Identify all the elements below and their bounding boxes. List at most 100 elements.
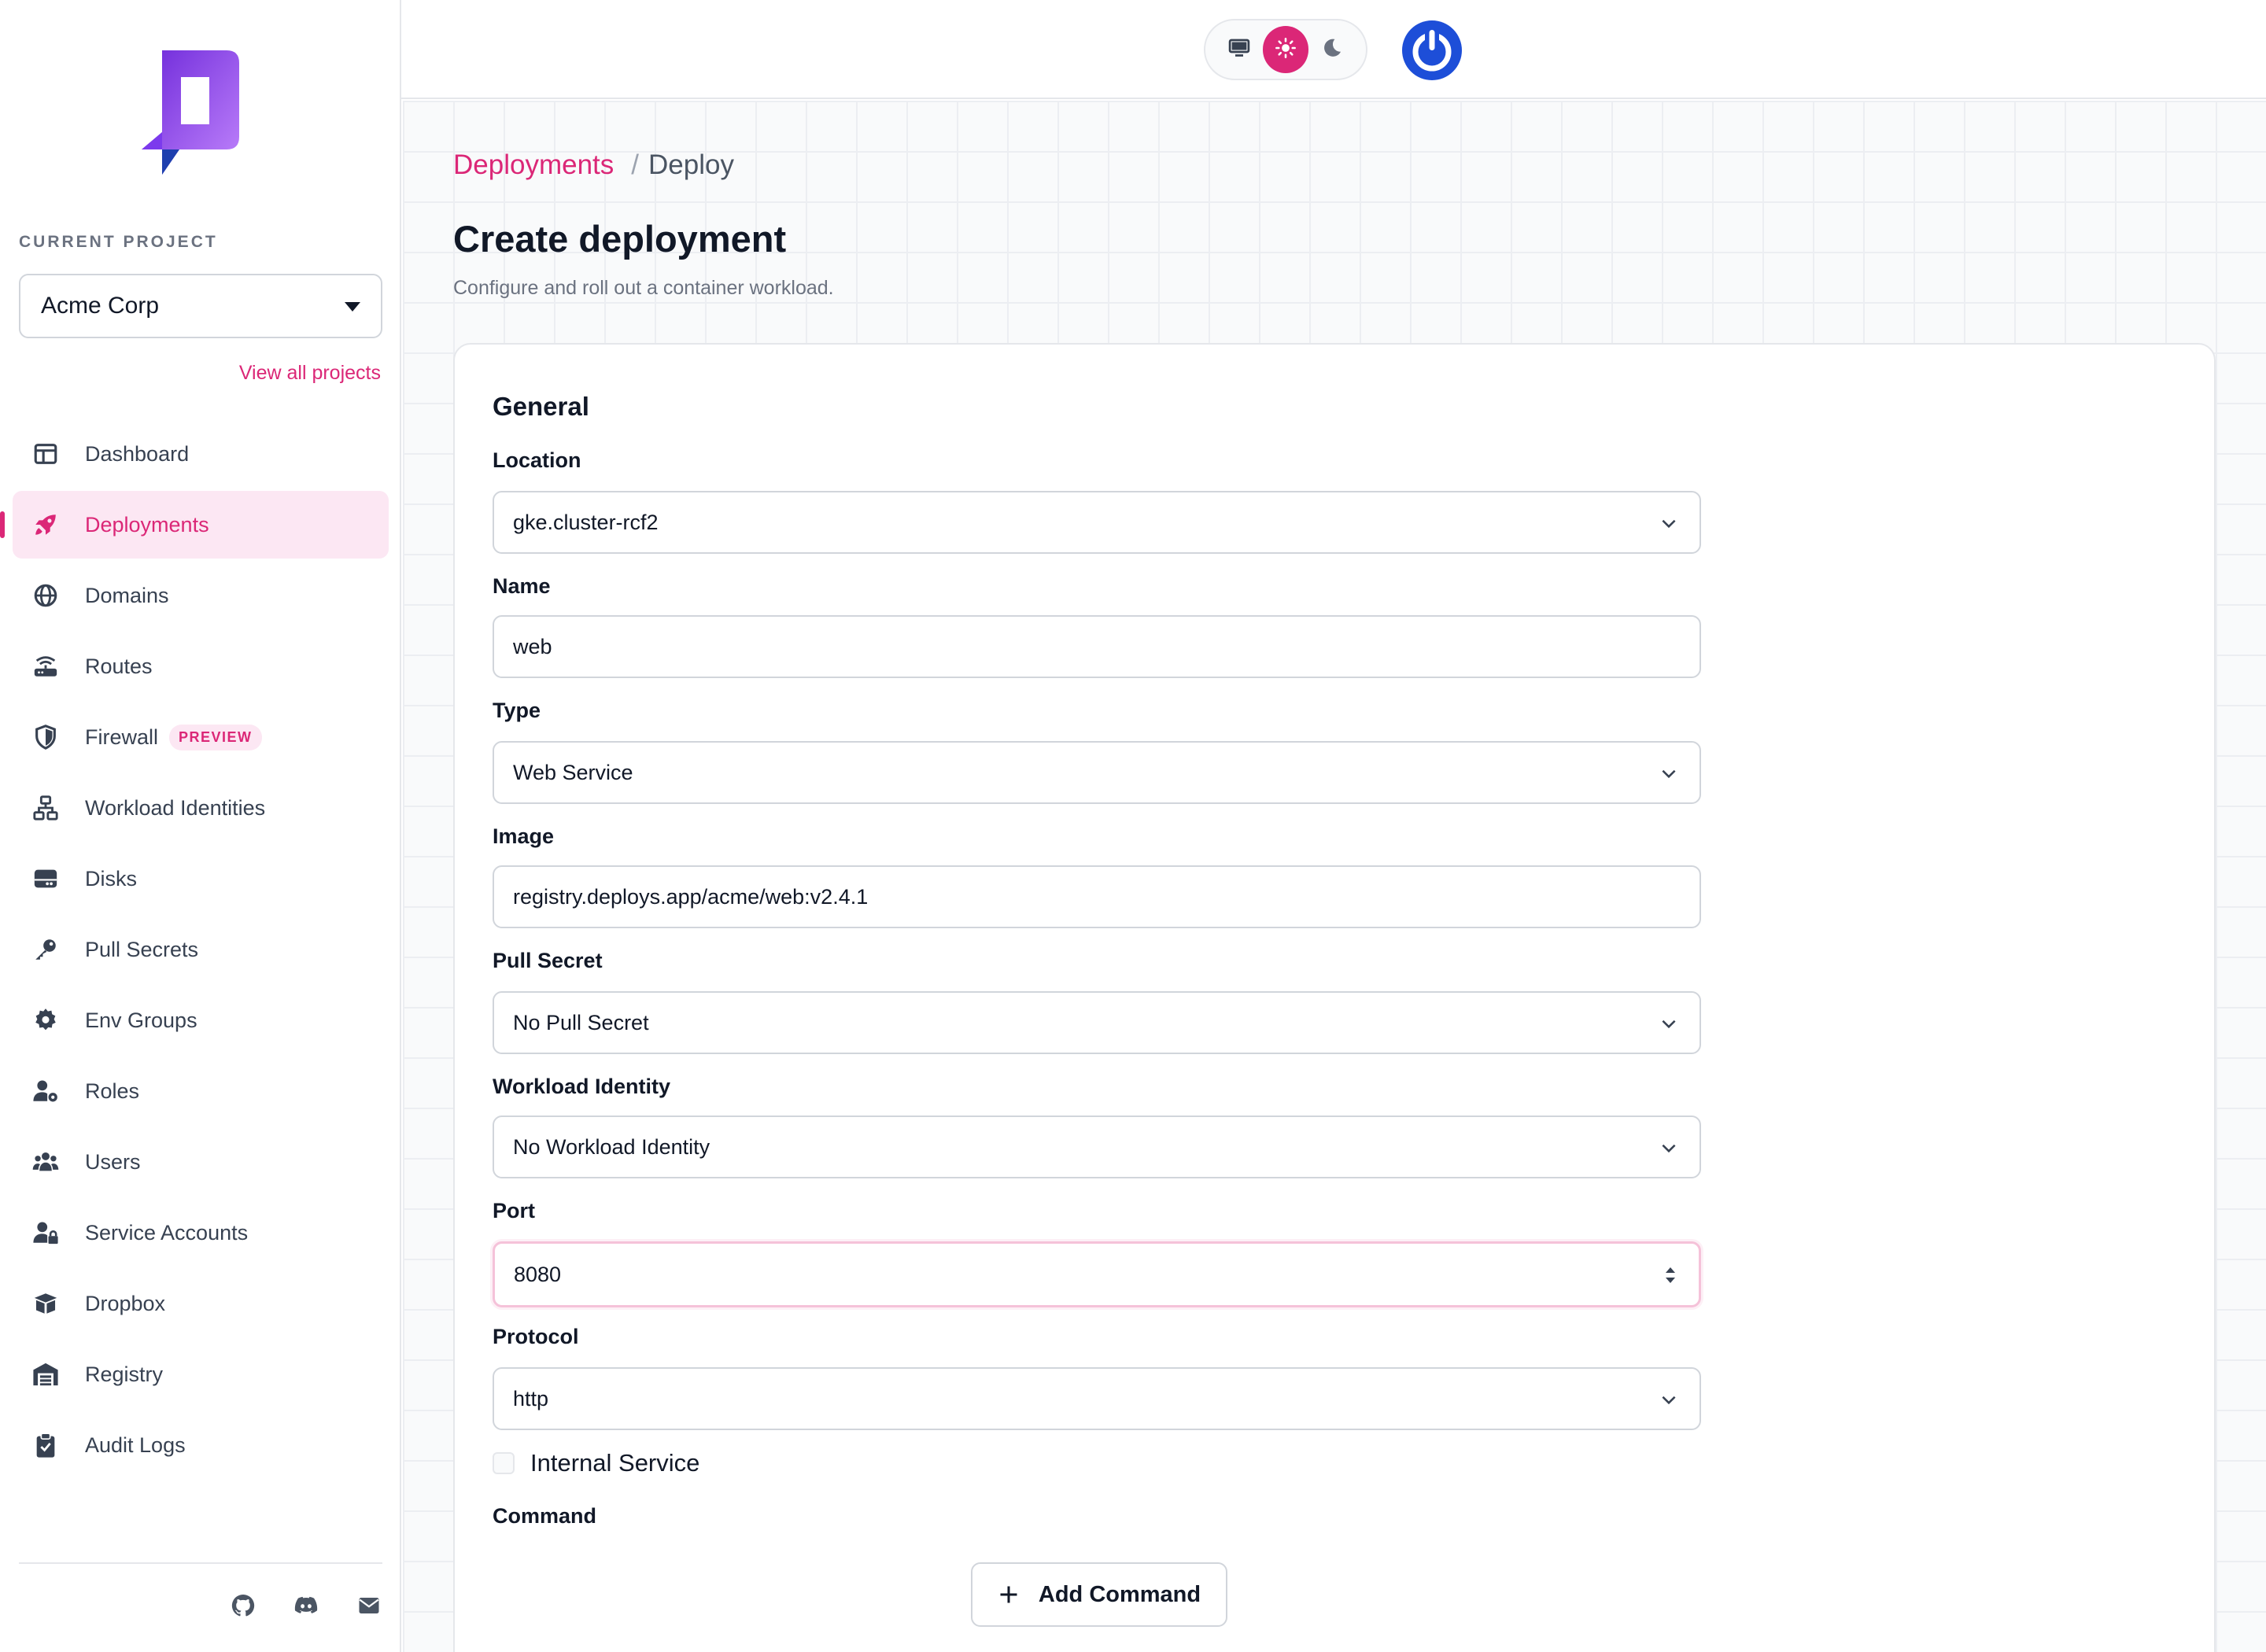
shield-icon — [31, 723, 60, 751]
pull-secret-select-value: No Pull Secret — [513, 1010, 649, 1034]
image-input-value: registry.deploys.app/acme/web:v2.4.1 — [513, 884, 869, 909]
sidebar-item-label: Domains — [85, 583, 169, 607]
user-gear-icon — [31, 1077, 60, 1105]
theme-option-system[interactable] — [1216, 26, 1263, 73]
top-bar — [401, 0, 2266, 99]
sidebar-item-deployments[interactable]: Deployments — [0, 491, 389, 559]
protocol-label: Protocol — [493, 1325, 579, 1348]
monitor-icon — [1227, 36, 1251, 64]
protocol-select[interactable]: http — [493, 1367, 1701, 1430]
port-input[interactable]: 8080 — [493, 1241, 1701, 1307]
network-icon — [31, 794, 60, 822]
sidebar-item-audit-logs[interactable]: Audit Logs — [13, 1411, 389, 1479]
rocket-icon — [31, 511, 60, 539]
port-label: Port — [493, 1199, 535, 1222]
chevron-down-icon — [1662, 1144, 1676, 1153]
port-input-value: 8080 — [514, 1262, 562, 1286]
sidebar-item-dropbox[interactable]: Dropbox — [13, 1270, 389, 1337]
internal-service-label[interactable]: Internal Service — [530, 1449, 699, 1477]
type-select-value: Web Service — [513, 760, 633, 784]
sidebar-item-users[interactable]: Users — [13, 1128, 389, 1196]
dashboard-icon — [31, 440, 60, 468]
command-label: Command — [493, 1504, 597, 1528]
sidebar-item-domains[interactable]: Domains — [13, 562, 389, 629]
sidebar-item-label: Env Groups — [85, 1008, 197, 1032]
project-select[interactable]: Acme Corp — [19, 274, 382, 338]
project-select-value: Acme Corp — [41, 293, 160, 319]
caret-down-icon — [345, 302, 360, 312]
image-input[interactable]: registry.deploys.app/acme/web:v2.4.1 — [493, 865, 1701, 928]
box-icon — [31, 1289, 60, 1318]
pull-secret-select[interactable]: No Pull Secret — [493, 991, 1701, 1054]
sidebar-nav: Dashboard Deployments Domains Routes Fir… — [0, 420, 389, 1482]
sidebar-item-label: Pull Secrets — [85, 937, 199, 961]
sidebar-item-label: Workload Identities — [85, 795, 266, 820]
sun-icon — [1275, 37, 1297, 63]
sidebar-item-label: Users — [85, 1149, 141, 1174]
sidebar-footer-divider — [19, 1562, 382, 1564]
user-lock-icon — [31, 1219, 60, 1247]
type-select[interactable]: Web Service — [493, 741, 1701, 804]
sidebar-item-routes[interactable]: Routes — [13, 632, 389, 700]
sidebar-item-label: Deployments — [85, 512, 209, 537]
sidebar-item-dashboard[interactable]: Dashboard — [13, 420, 389, 488]
key-icon — [31, 935, 60, 964]
sidebar: CURRENT PROJECT Acme Corp View all proje… — [0, 0, 401, 1652]
name-input-value: web — [513, 634, 552, 658]
sidebar-item-label: Audit Logs — [85, 1433, 186, 1457]
sidebar-item-env-groups[interactable]: Env Groups — [13, 986, 389, 1054]
theme-toggle[interactable] — [1204, 19, 1367, 80]
workload-identity-select-value: No Workload Identity — [513, 1134, 710, 1159]
sidebar-item-workload-identities[interactable]: Workload Identities — [13, 774, 389, 842]
add-command-button[interactable]: Add Command — [971, 1562, 1227, 1627]
location-select[interactable]: gke.cluster-rcf2 — [493, 491, 1701, 554]
globe-icon — [31, 581, 60, 610]
current-project-label: CURRENT PROJECT — [19, 233, 218, 251]
sidebar-item-roles[interactable]: Roles — [13, 1057, 389, 1125]
chevron-down-icon — [1662, 1020, 1676, 1029]
discord-icon[interactable] — [293, 1592, 319, 1619]
sidebar-item-service-accounts[interactable]: Service Accounts — [13, 1199, 389, 1267]
page-title: Create deployment — [453, 218, 787, 260]
deployment-form-card: General Location gke.cluster-rcf2 Name w… — [453, 343, 2216, 1652]
theme-option-dark[interactable] — [1308, 26, 1355, 73]
image-label: Image — [493, 824, 555, 848]
chevron-down-icon — [1662, 1396, 1676, 1405]
users-icon — [31, 1148, 60, 1176]
disk-icon — [31, 865, 60, 893]
name-input[interactable]: web — [493, 615, 1701, 678]
sidebar-item-disks[interactable]: Disks — [13, 845, 389, 913]
sidebar-item-label: Disks — [85, 866, 137, 891]
sidebar-item-label: Roles — [85, 1079, 140, 1103]
breadcrumb-deployments-link[interactable]: Deployments — [453, 149, 614, 181]
internal-service-row: Internal Service — [493, 1449, 699, 1477]
moon-icon — [1321, 37, 1343, 63]
internal-service-checkbox[interactable] — [493, 1452, 515, 1474]
location-label: Location — [493, 448, 581, 472]
preview-badge: PREVIEW — [169, 724, 262, 750]
section-title-general: General — [493, 392, 589, 421]
sidebar-item-pull-secrets[interactable]: Pull Secrets — [13, 916, 389, 983]
sidebar-item-label: Service Accounts — [85, 1220, 249, 1245]
add-command-label: Add Command — [1038, 1581, 1201, 1607]
sidebar-item-label: Firewall — [85, 725, 159, 749]
sidebar-item-label: Dropbox — [85, 1291, 166, 1315]
breadcrumb-separator: / — [631, 149, 639, 180]
view-all-projects-link[interactable]: View all projects — [239, 362, 381, 385]
sidebar-item-label: Registry — [85, 1362, 164, 1386]
user-avatar[interactable] — [1401, 19, 1463, 82]
sidebar-item-firewall[interactable]: Firewall PREVIEW — [13, 703, 389, 771]
warehouse-icon — [31, 1360, 60, 1388]
stepper-icon[interactable] — [1663, 1264, 1678, 1286]
workload-identity-select[interactable]: No Workload Identity — [493, 1115, 1701, 1178]
app-logo[interactable] — [138, 50, 242, 178]
sidebar-footer-links — [230, 1592, 382, 1619]
name-label: Name — [493, 574, 551, 598]
gear-icon — [31, 1006, 60, 1034]
sidebar-item-registry[interactable]: Registry — [13, 1340, 389, 1408]
breadcrumb: Deployments / Deploy — [453, 149, 734, 181]
theme-option-light[interactable] — [1262, 26, 1309, 73]
protocol-select-value: http — [513, 1386, 549, 1410]
mail-icon[interactable] — [356, 1592, 382, 1619]
github-icon[interactable] — [230, 1592, 256, 1619]
